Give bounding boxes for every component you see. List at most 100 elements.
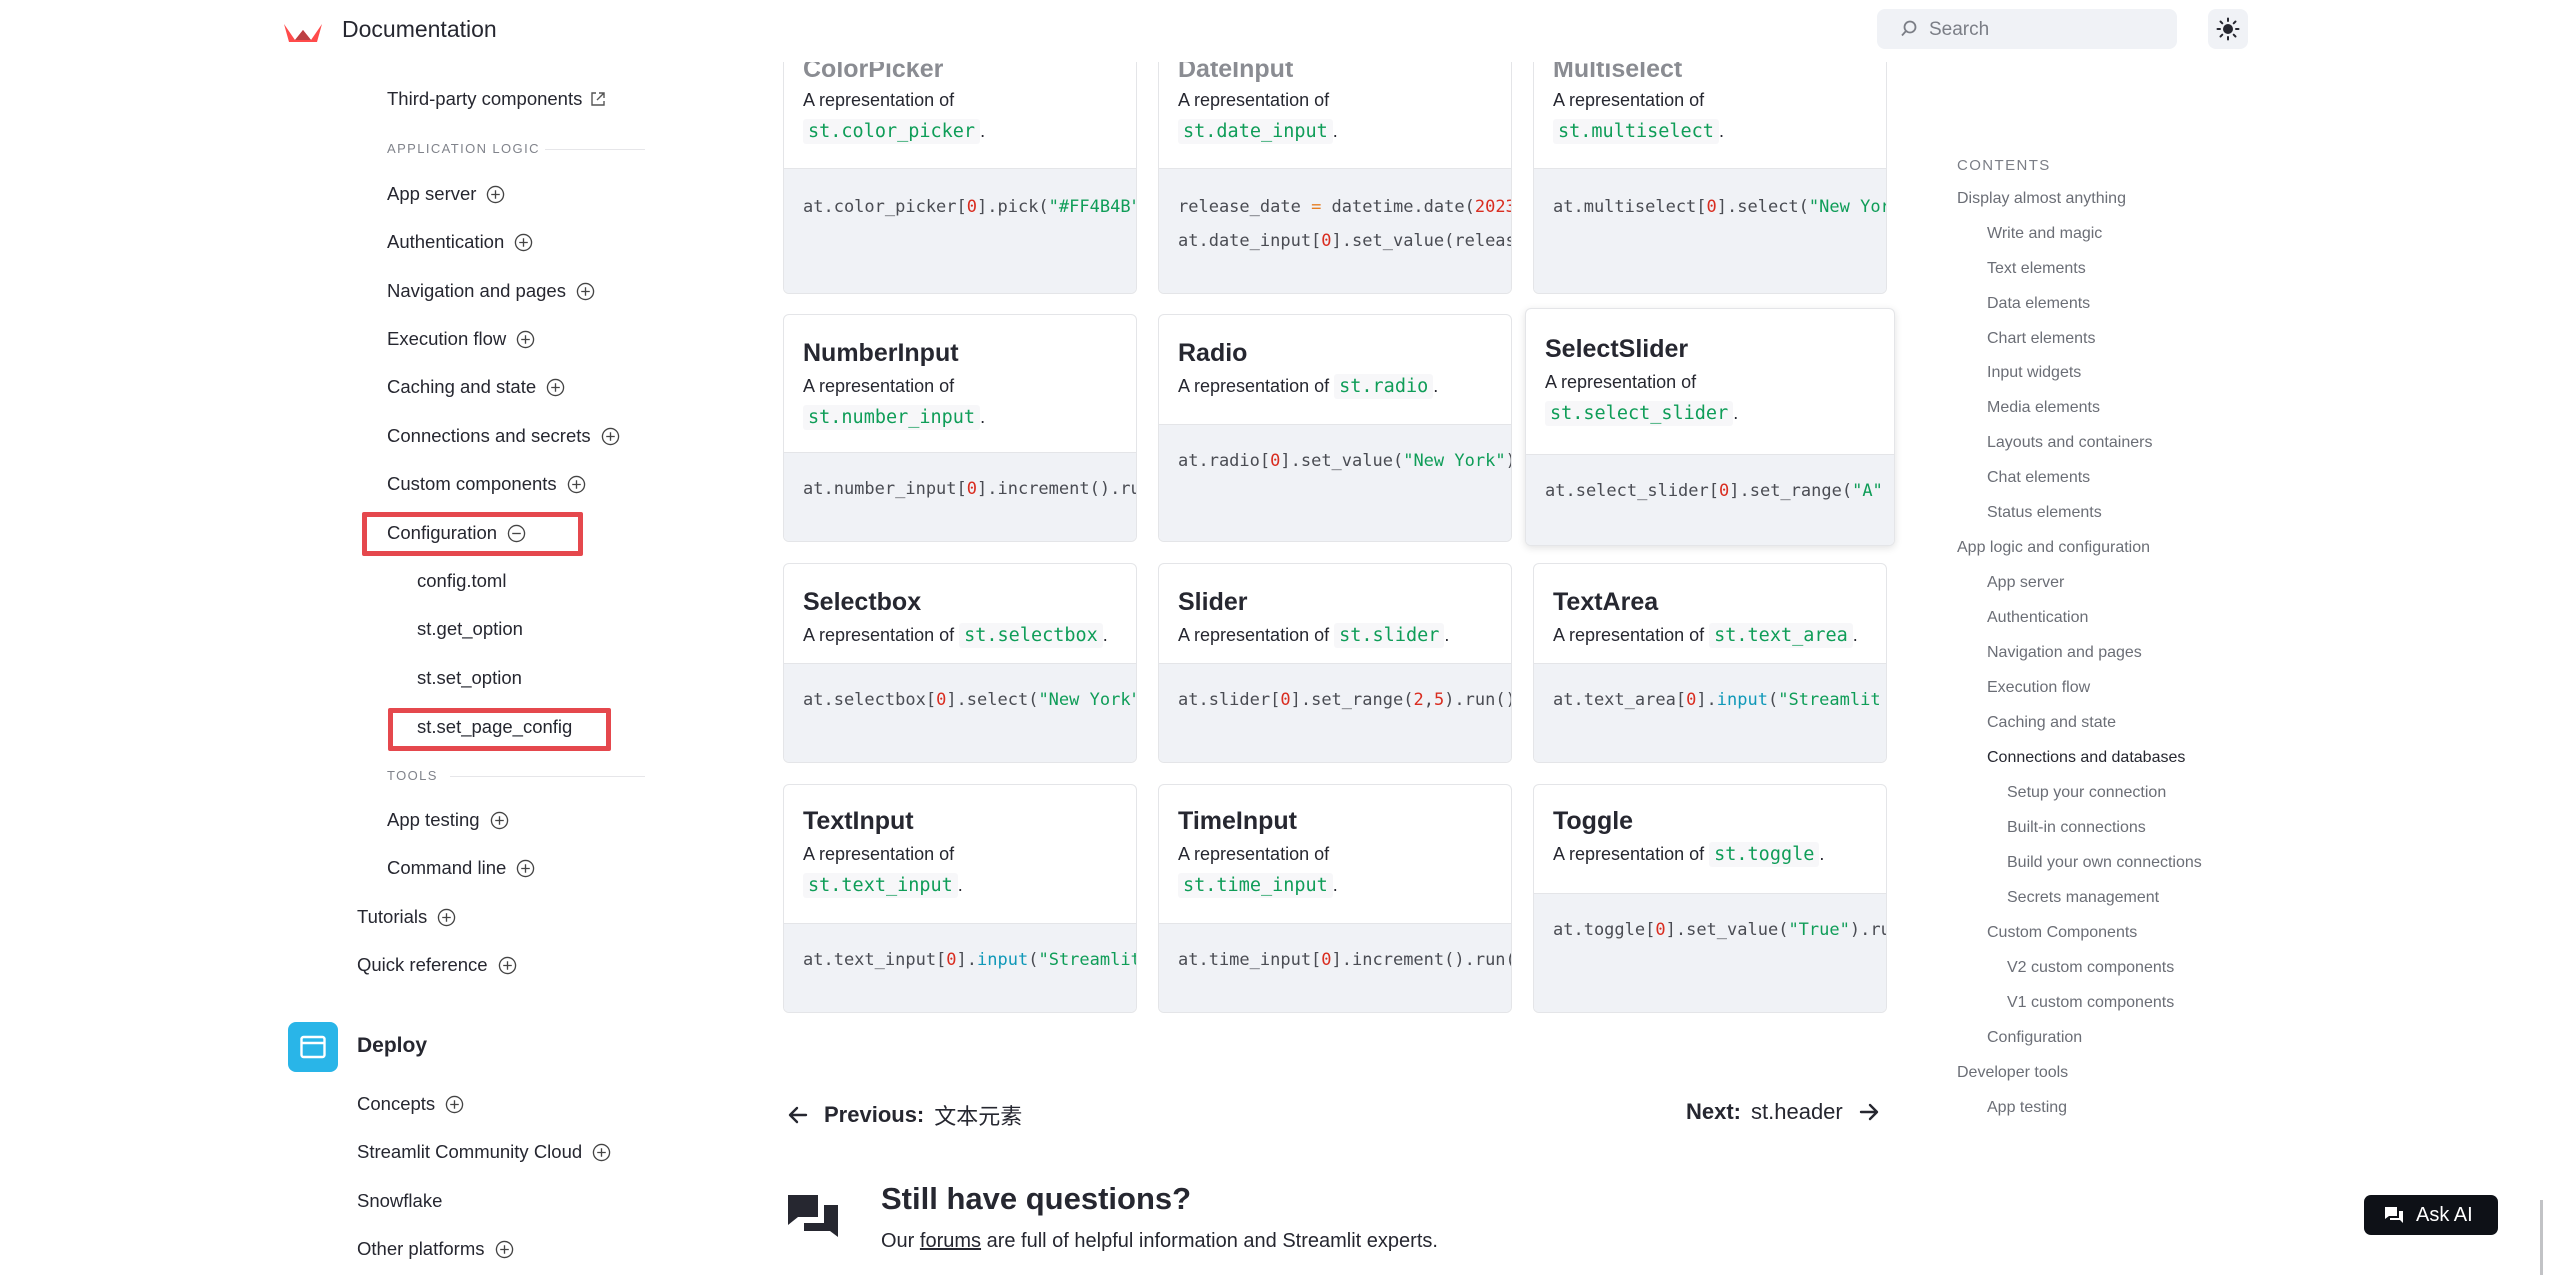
card-api-name[interactable]: st.date_input xyxy=(1178,119,1333,144)
expand-plus-icon[interactable] xyxy=(437,908,456,927)
expand-plus-icon[interactable] xyxy=(592,1143,611,1162)
toc-item-display[interactable]: Display almost anything xyxy=(1957,190,2126,208)
toc-item-app-server[interactable]: App server xyxy=(1987,574,2064,592)
page-scrollbar[interactable] xyxy=(2540,1200,2543,1275)
card-text-input[interactable]: TextInput A representation of st.text_in… xyxy=(783,784,1137,1013)
collapse-minus-icon[interactable] xyxy=(507,524,526,543)
toc-item-status-elements[interactable]: Status elements xyxy=(1987,504,2102,522)
sidebar-item-custom-components[interactable]: Custom components xyxy=(387,473,586,495)
toc-item-secrets[interactable]: Secrets management xyxy=(2007,889,2159,907)
expand-plus-icon[interactable] xyxy=(490,811,509,830)
sidebar-item-get-option[interactable]: st.get_option xyxy=(417,618,523,640)
site-title[interactable]: Documentation xyxy=(342,16,497,43)
sidebar-item-community-cloud[interactable]: Streamlit Community Cloud xyxy=(357,1141,611,1163)
sidebar-section-deploy[interactable]: Deploy xyxy=(357,1034,427,1058)
card-select-slider[interactable]: SelectSlider A representation of st.sele… xyxy=(1525,308,1895,546)
sidebar-item-third-party[interactable]: Third-party components xyxy=(387,88,606,110)
sidebar-item-command-line[interactable]: Command line xyxy=(387,857,535,879)
expand-plus-icon[interactable] xyxy=(516,859,535,878)
toc-item-developer-tools[interactable]: Developer tools xyxy=(1957,1064,2068,1082)
sidebar-item-tutorials[interactable]: Tutorials xyxy=(357,906,456,928)
sidebar-item-configuration[interactable]: Configuration xyxy=(387,522,526,544)
toc-item-custom-components[interactable]: Custom Components xyxy=(1987,924,2137,942)
expand-plus-icon[interactable] xyxy=(498,956,517,975)
ask-ai-button[interactable]: Ask AI xyxy=(2364,1195,2498,1235)
toc-item-app-testing[interactable]: App testing xyxy=(1987,1099,2067,1117)
card-api-name[interactable]: st.selectbox xyxy=(959,623,1103,648)
toc-item-navigation[interactable]: Navigation and pages xyxy=(1987,644,2142,662)
theme-toggle-button[interactable] xyxy=(2208,9,2248,49)
sidebar-item-config-toml[interactable]: config.toml xyxy=(417,570,506,592)
sidebar-item-quick-reference[interactable]: Quick reference xyxy=(357,954,517,976)
card-api-name[interactable]: st.select_slider xyxy=(1545,401,1734,426)
expand-plus-icon[interactable] xyxy=(486,185,505,204)
sidebar-item-navigation[interactable]: Navigation and pages xyxy=(387,280,595,302)
sidebar-item-app-testing[interactable]: App testing xyxy=(387,809,509,831)
card-toggle[interactable]: Toggle A representation of st.toggle. at… xyxy=(1533,784,1887,1013)
card-text-area[interactable]: TextArea A representation of st.text_are… xyxy=(1533,563,1887,763)
expand-plus-icon[interactable] xyxy=(567,475,586,494)
toc-item-data-elements[interactable]: Data elements xyxy=(1987,295,2090,313)
expand-plus-icon[interactable] xyxy=(576,282,595,301)
card-api-name[interactable]: st.radio xyxy=(1334,374,1434,399)
toc-item-text-elements[interactable]: Text elements xyxy=(1987,260,2086,278)
expand-plus-icon[interactable] xyxy=(495,1240,514,1259)
toc-item-execution-flow[interactable]: Execution flow xyxy=(1987,679,2090,697)
sidebar-item-snowflake[interactable]: Snowflake xyxy=(357,1190,442,1212)
toc-item-write-magic[interactable]: Write and magic xyxy=(1987,225,2102,243)
card-color-picker[interactable]: ColorPicker A representation of st.color… xyxy=(783,40,1137,294)
card-slider[interactable]: Slider A representation of st.slider. at… xyxy=(1158,563,1512,763)
toc-item-builtin-connections[interactable]: Built-in connections xyxy=(2007,819,2146,837)
help-title: Still have questions? xyxy=(881,1181,1192,1216)
toc-item-setup-connection[interactable]: Setup your connection xyxy=(2007,784,2166,802)
card-api-name[interactable]: st.color_picker xyxy=(803,119,981,144)
toc-item-input-widgets[interactable]: Input widgets xyxy=(1987,364,2081,382)
toc-item-build-own[interactable]: Build your own connections xyxy=(2007,854,2202,872)
card-time-input[interactable]: TimeInput A representation of st.time_in… xyxy=(1158,784,1512,1013)
sidebar-item-app-server[interactable]: App server xyxy=(387,183,505,205)
card-selectbox[interactable]: Selectbox A representation of st.selectb… xyxy=(783,563,1137,763)
forums-link[interactable]: forums xyxy=(920,1230,981,1252)
toc-item-caching[interactable]: Caching and state xyxy=(1987,714,2116,732)
card-api-name[interactable]: st.multiselect xyxy=(1553,119,1719,144)
card-api-name[interactable]: st.number_input xyxy=(803,405,981,430)
toc-item-configuration[interactable]: Configuration xyxy=(1987,1029,2082,1047)
sidebar-item-other-platforms[interactable]: Other platforms xyxy=(357,1238,514,1260)
sidebar-item-set-option[interactable]: st.set_option xyxy=(417,667,522,689)
expand-plus-icon[interactable] xyxy=(514,233,533,252)
card-api-name[interactable]: st.time_input xyxy=(1178,873,1333,898)
expand-plus-icon[interactable] xyxy=(516,330,535,349)
sidebar-item-set-page-config[interactable]: st.set_page_config xyxy=(417,716,572,738)
card-date-input[interactable]: DateInput A representation of st.date_in… xyxy=(1158,40,1512,294)
card-api-name[interactable]: st.text_input xyxy=(803,873,958,898)
card-multiselect[interactable]: Multiselect A representation of st.multi… xyxy=(1533,40,1887,294)
sidebar-item-connections[interactable]: Connections and secrets xyxy=(387,425,620,447)
card-api-name[interactable]: st.slider xyxy=(1334,623,1445,648)
sidebar-item-caching[interactable]: Caching and state xyxy=(387,376,565,398)
card-number-input[interactable]: NumberInput A representation of st.numbe… xyxy=(783,314,1137,542)
card-api-name[interactable]: st.toggle xyxy=(1709,842,1820,867)
previous-page-link[interactable]: Previous: 文本元素 xyxy=(786,1099,1022,1131)
search-box[interactable]: Search xyxy=(1877,9,2177,49)
streamlit-logo-icon[interactable] xyxy=(282,18,324,44)
toc-item-v1[interactable]: V1 custom components xyxy=(2007,994,2174,1012)
toc-item-chat-elements[interactable]: Chat elements xyxy=(1987,469,2090,487)
toc-item-media-elements[interactable]: Media elements xyxy=(1987,399,2100,417)
expand-plus-icon[interactable] xyxy=(445,1095,464,1114)
toc-item-connections-db[interactable]: Connections and databases xyxy=(1987,749,2185,767)
card-desc-text: A representation of xyxy=(1545,372,1697,392)
toc-item-authentication[interactable]: Authentication xyxy=(1987,609,2088,627)
card-api-name[interactable]: st.text_area xyxy=(1709,623,1853,648)
toc-item-chart-elements[interactable]: Chart elements xyxy=(1987,330,2096,348)
sidebar-item-concepts[interactable]: Concepts xyxy=(357,1093,464,1115)
sidebar-item-authentication[interactable]: Authentication xyxy=(387,231,533,253)
expand-plus-icon[interactable] xyxy=(601,427,620,446)
expand-plus-icon[interactable] xyxy=(546,378,565,397)
toc-item-app-logic[interactable]: App logic and configuration xyxy=(1957,539,2150,557)
sidebar-item-execution-flow[interactable]: Execution flow xyxy=(387,328,535,350)
toc-item-v2[interactable]: V2 custom components xyxy=(2007,959,2174,977)
card-radio[interactable]: Radio A representation of st.radio. at.r… xyxy=(1158,314,1512,542)
toc-item-layouts[interactable]: Layouts and containers xyxy=(1987,434,2152,452)
next-page-link[interactable]: Next: st.header xyxy=(1686,1099,1881,1125)
sidebar-item-label: App testing xyxy=(387,809,480,830)
